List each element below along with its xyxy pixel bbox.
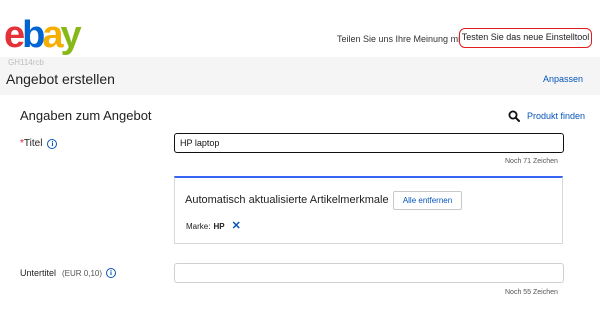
brand-attribute: Marke: HP ✕ bbox=[186, 221, 241, 232]
build-id: GH114rcb bbox=[8, 58, 44, 67]
close-icon[interactable]: ✕ bbox=[232, 221, 241, 232]
info-icon[interactable]: i bbox=[106, 268, 117, 278]
subtitle-label: Untertitel (EUR 0,10) i bbox=[20, 268, 117, 278]
brand-value: HP bbox=[213, 221, 225, 231]
subtitle-label-text: Untertitel bbox=[20, 268, 57, 278]
info-icon[interactable]: i bbox=[47, 138, 58, 149]
subtitle-char-count: Noch 55 Zeichen bbox=[505, 289, 558, 296]
search-icon bbox=[508, 110, 520, 122]
feedback-link[interactable]: Teilen Sie uns Ihre Meinung mit bbox=[337, 34, 463, 44]
find-product-label: Produkt finden bbox=[527, 111, 586, 121]
auto-attributes-box bbox=[174, 176, 563, 244]
title-char-count: Noch 71 Zeichen bbox=[505, 158, 558, 165]
page-title: Angebot erstellen bbox=[6, 71, 115, 87]
auto-attributes-heading: Automatisch aktualisierte Artikelmerkmal… bbox=[185, 194, 389, 206]
customize-link[interactable]: Anpassen bbox=[543, 74, 583, 84]
title-label: *Titel i bbox=[20, 138, 58, 149]
try-new-tool-button[interactable]: Testen Sie das neue Einstelltool bbox=[459, 28, 592, 48]
title-label-text: Titel bbox=[23, 138, 43, 149]
find-product-link[interactable]: Produkt finden bbox=[508, 110, 585, 122]
title-input[interactable] bbox=[174, 133, 564, 153]
subtitle-fee: (EUR 0,10) bbox=[62, 268, 103, 278]
ebay-logo[interactable]: ebay bbox=[4, 16, 82, 54]
remove-all-button[interactable]: Alle entfernen bbox=[393, 191, 462, 210]
brand-label: Marke: bbox=[186, 221, 211, 231]
subtitle-input[interactable] bbox=[174, 263, 564, 283]
section-title: Angaben zum Angebot bbox=[20, 108, 152, 123]
